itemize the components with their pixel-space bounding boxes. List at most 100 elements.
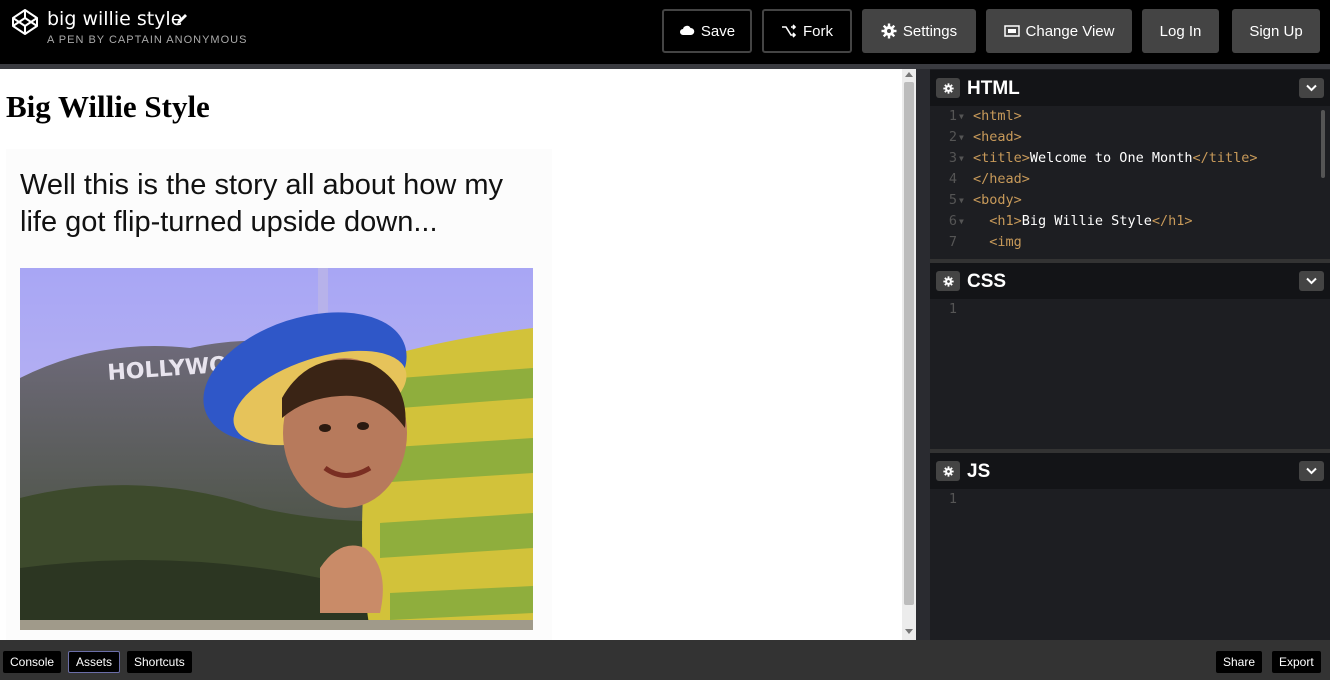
line-number: 1 [948, 491, 957, 507]
css-code-area[interactable]: 1 [930, 299, 1330, 320]
code-line[interactable]: 2 ▼ <head> [930, 127, 1330, 148]
preview-pane[interactable]: Big Willie Style Well this is the story … [0, 69, 902, 640]
pen-title[interactable]: big willie style [47, 8, 182, 30]
pencil-icon[interactable] [175, 12, 189, 26]
code-content [973, 234, 989, 250]
js-editor-header: JS [930, 453, 1330, 489]
html-collapse-button[interactable] [1299, 78, 1324, 98]
css-editor: CSS 1 [930, 263, 1330, 449]
console-button[interactable]: Console [3, 651, 62, 673]
settings-button[interactable]: Settings [862, 9, 976, 53]
gear-icon [881, 23, 897, 39]
code-text: <html> [973, 106, 1022, 127]
js-editor-title: JS [967, 461, 991, 482]
code-line[interactable]: 3 ▼ <title>Welcome to One Month</title> [930, 148, 1330, 169]
export-button[interactable]: Export [1272, 651, 1321, 673]
code-line[interactable]: 1 [930, 299, 1330, 320]
css-collapse-button[interactable] [1299, 271, 1324, 291]
code-line[interactable]: 6 ▼ <h1>Big Willie Style</h1> [930, 211, 1330, 232]
change-view-label: Change View [1025, 22, 1115, 40]
code-text: </head> [973, 169, 1030, 190]
meme-image: Well this is the story all about how my … [6, 149, 552, 640]
code-content [973, 213, 989, 229]
line-number: 3 [948, 150, 957, 166]
code-tag: <html> [973, 108, 1022, 124]
chevron-down-icon [1306, 277, 1317, 285]
meme-caption: Well this is the story all about how my … [20, 169, 503, 238]
fold-arrow-icon[interactable]: ▼ [959, 106, 964, 127]
html-editor-title: HTML [967, 78, 1020, 99]
scroll-down-icon[interactable] [905, 629, 913, 634]
line-number: 4 [948, 171, 957, 187]
save-label: Save [700, 22, 736, 40]
chevron-down-icon [1306, 84, 1317, 92]
scrollbar-thumb[interactable] [904, 82, 914, 605]
code-content: Big Willie Style [1021, 213, 1152, 229]
js-code-area[interactable]: 1 [930, 489, 1330, 510]
line-number: 6 [948, 213, 957, 229]
code-content: Welcome to One Month [1029, 150, 1193, 166]
chevron-down-icon [1306, 467, 1317, 475]
settings-label: Settings [902, 22, 958, 40]
pane-resizer[interactable] [916, 69, 930, 640]
scroll-up-icon[interactable] [905, 72, 913, 77]
meme-photo: HOLLYWO [20, 268, 533, 630]
fold-arrow-icon[interactable]: ▼ [959, 190, 964, 211]
css-editor-title: CSS [967, 271, 1007, 292]
html-settings-button[interactable] [936, 78, 960, 98]
code-tag: </head> [973, 171, 1030, 187]
meme-photo-illustration: HOLLYWO [20, 268, 533, 630]
code-tag: <title> [973, 150, 1030, 166]
code-tag: <img [989, 234, 1022, 250]
bottom-bar: Console Assets Shortcuts Share Export [0, 640, 1330, 680]
assets-button[interactable]: Assets [68, 651, 121, 673]
share-button[interactable]: Share [1216, 651, 1263, 673]
codepen-logo-icon[interactable] [11, 8, 39, 36]
sign-up-button[interactable]: Sign Up [1232, 9, 1320, 53]
code-text: <head> [973, 127, 1022, 148]
change-view-button[interactable]: Change View [986, 9, 1132, 53]
css-editor-header: CSS [930, 263, 1330, 299]
shortcuts-button[interactable]: Shortcuts [127, 651, 192, 673]
code-text: <body> [973, 190, 1022, 211]
log-in-label: Log In [1159, 22, 1202, 40]
top-bar: big willie style A PEN BY CAPTAIN ANONYM… [0, 0, 1330, 64]
fold-arrow-icon[interactable]: ▼ [959, 127, 964, 148]
fork-button[interactable]: Fork [762, 9, 852, 53]
code-line[interactable]: 4 </head> [930, 169, 1330, 190]
code-tag: <h1> [989, 213, 1022, 229]
fold-arrow-icon[interactable]: ▼ [959, 211, 964, 232]
preview-scrollbar[interactable] [902, 69, 916, 640]
pen-author: A PEN BY CAPTAIN ANONYMOUS [47, 34, 248, 46]
code-line[interactable]: 5 ▼ <body> [930, 190, 1330, 211]
code-tag: <head> [973, 129, 1022, 145]
cloud-icon [679, 25, 695, 35]
sign-up-label: Sign Up [1249, 22, 1303, 40]
code-tag: </h1> [1151, 213, 1193, 229]
code-tag: <body> [973, 192, 1022, 208]
html-code-scrollbar[interactable] [1321, 110, 1325, 178]
gear-icon [942, 275, 954, 287]
layout-icon [1003, 25, 1020, 37]
code-line[interactable]: 7 <img [930, 232, 1330, 253]
gear-icon [942, 465, 954, 477]
line-number: 1 [948, 108, 957, 124]
line-number: 5 [948, 192, 957, 208]
gear-icon [942, 82, 954, 94]
log-in-button[interactable]: Log In [1142, 9, 1219, 53]
fork-label: Fork [803, 22, 833, 40]
save-button[interactable]: Save [662, 9, 752, 53]
js-collapse-button[interactable] [1299, 461, 1324, 481]
js-editor: JS 1 [930, 453, 1330, 640]
html-editor: HTML 1 ▼ <html> 2 ▼ <head> 3 ▼ <title>Welcome to… [930, 70, 1330, 259]
fold-arrow-icon[interactable]: ▼ [959, 148, 964, 169]
html-code-area[interactable]: 1 ▼ <html> 2 ▼ <head> 3 ▼ <title>Welcome to One … [930, 106, 1330, 253]
preview-heading: Big Willie Style [6, 89, 210, 124]
code-line[interactable]: 1 ▼ <html> [930, 106, 1330, 127]
code-text: <title>Welcome to One Month</title> [973, 148, 1258, 169]
code-line[interactable]: 1 [930, 489, 1330, 510]
code-text: <h1>Big Willie Style</h1> [973, 211, 1192, 232]
css-settings-button[interactable] [936, 271, 960, 291]
line-number: 2 [948, 129, 957, 145]
js-settings-button[interactable] [936, 461, 960, 481]
